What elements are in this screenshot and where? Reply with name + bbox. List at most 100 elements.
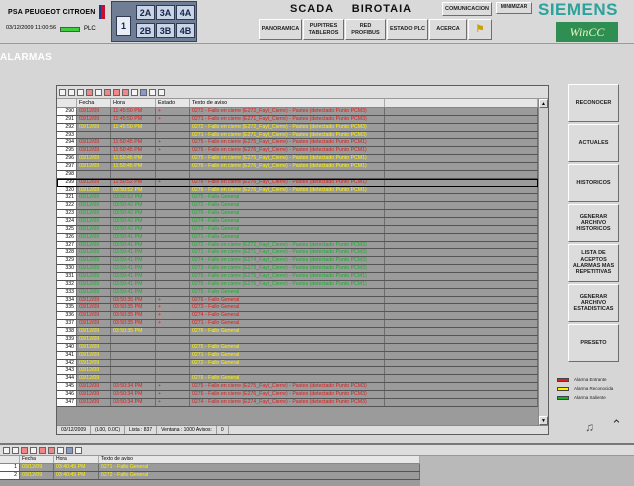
toolbar-print-icon[interactable]: [95, 88, 102, 96]
table-row[interactable]: 296 03/12/09 11:50:45 PM 0275 - Fallo en ci…: [57, 155, 538, 164]
minimizar-button[interactable]: MINIMIZAR: [496, 2, 532, 14]
table-row[interactable]: 342 03/12/09 0272 - Fallo General: [57, 359, 538, 368]
reconocer-button[interactable]: RECONOCER: [568, 84, 619, 122]
current-alarm-row[interactable]: 1 03/12/09 03:40:45 PM 0271 - Fallo General: [0, 464, 420, 472]
table-row[interactable]: 338 03/12/09 03:50:35 PM 0276 - Fallo Gener…: [57, 328, 538, 336]
bottom-toolbar-lock-icon[interactable]: [57, 446, 64, 454]
zone-button-1[interactable]: 1: [116, 16, 131, 36]
preseto-button[interactable]: PRESETO: [568, 324, 619, 362]
toolbar-ack-group-icon[interactable]: [113, 88, 120, 96]
zone-button-2a[interactable]: 2A: [136, 5, 155, 20]
zone-button-4b[interactable]: 4B: [176, 23, 195, 38]
chevron-up-icon[interactable]: ⌃: [611, 417, 622, 433]
zone-button-3b[interactable]: 3B: [156, 23, 175, 38]
pupitres-tableros-button[interactable]: PUPITRES TABLEROS: [303, 19, 344, 40]
table-row[interactable]: 340 03/12/09 0275 - Fallo General: [57, 343, 538, 352]
bottom-toolbar-ack-all-icon[interactable]: [48, 446, 55, 454]
toolbar-archive-icon[interactable]: [77, 88, 84, 96]
toolbar-ack-single-icon[interactable]: [104, 88, 111, 96]
table-row[interactable]: 326 03/12/09 03:50:41 PM 0271 - Fallo Gener…: [57, 233, 538, 242]
table-row[interactable]: 293 0271 - Fallo en cierre (E271_Fayl_Cie…: [57, 131, 538, 140]
bottom-toolbar-ack-icon[interactable]: [39, 446, 46, 454]
toolbar-sort-icon[interactable]: [149, 88, 156, 96]
toolbar-ack-all-icon[interactable]: [122, 88, 129, 96]
table-row[interactable]: 290 03/12/09 11:45:50 PM +0272 - Fallo en c…: [57, 108, 538, 116]
generar-archivo-estadisticas-button[interactable]: GENERAR ARCHIVO ESTADISTICAS: [568, 284, 619, 322]
bottom-column-texto[interactable]: Texto de aviso: [99, 456, 420, 463]
zone-button-4a[interactable]: 4A: [176, 5, 195, 20]
table-row[interactable]: 325 03/12/09 03:50:42 PM 0273 - Fallo Gener…: [57, 225, 538, 234]
toolbar-list-icon[interactable]: [59, 88, 66, 96]
lista-alarmas-repetitivas-button[interactable]: LISTA DE ACEPTOS ALARMAS MAS REPETITIVAS: [568, 244, 619, 282]
column-hora[interactable]: Hora: [111, 99, 156, 107]
row-time: [111, 375, 156, 383]
bottom-toolbar-print-icon[interactable]: [30, 446, 37, 454]
column-texto[interactable]: Texto de aviso: [190, 99, 385, 107]
table-row[interactable]: 341 03/12/09 0271 - Fallo General: [57, 351, 538, 360]
table-row[interactable]: 322 03/12/09 03:50:42 PM 0272 - Fallo Gener…: [57, 202, 538, 211]
comunicacion-button[interactable]: COMUNICACION: [442, 2, 492, 16]
table-row[interactable]: 330 03/12/09 03:50:41 PM 0273 - Fallo en ci…: [57, 265, 538, 274]
table-row[interactable]: 335 03/12/09 03:50:35 PM +0273 - Fallo Gene…: [57, 304, 538, 313]
table-row[interactable]: 347 03/12/09 03:50:34 PM +0274 - Fallo en c…: [57, 398, 538, 407]
bottom-column-number[interactable]: [0, 456, 20, 463]
zone-button-3a[interactable]: 3A: [156, 5, 175, 20]
table-row[interactable]: 336 03/12/09 03:50:35 PM +0274 - Fallo Gene…: [57, 312, 538, 321]
alarm-vertical-scrollbar[interactable]: ▲ ▼: [538, 99, 548, 425]
table-row[interactable]: 291 03/12/09 11:45:50 PM +0271 - Fallo en c…: [57, 115, 538, 124]
table-row[interactable]: 333 03/12/09 03:50:41 PM 0275 - Fallo Gener…: [57, 288, 538, 297]
table-row[interactable]: 343 03/12/09: [57, 367, 538, 376]
table-row[interactable]: 323 03/12/09 03:50:42 PM 0276 - Fallo Gener…: [57, 210, 538, 219]
column-estado[interactable]: Estado: [156, 99, 190, 107]
column-extra[interactable]: [385, 99, 538, 107]
bottom-toolbar-journal-icon[interactable]: [12, 446, 19, 454]
bottom-toolbar-sort-icon[interactable]: [75, 446, 82, 454]
toolbar-lock-icon[interactable]: [131, 88, 138, 96]
table-row[interactable]: 334 03/12/09 03:50:35 PM +0276 - Fallo Gene…: [57, 296, 538, 305]
estado-plc-button[interactable]: ESTADO PLC: [387, 19, 428, 40]
scroll-up-icon[interactable]: ▲: [539, 99, 548, 108]
scroll-down-icon[interactable]: ▼: [539, 416, 548, 425]
table-row[interactable]: 332 03/12/09 03:50:41 PM 0276 - Fallo en ci…: [57, 280, 538, 289]
historicos-button[interactable]: HISTORICOS: [568, 164, 619, 202]
table-row[interactable]: 345 03/12/09 03:50:34 PM +0275 - Fallo en c…: [57, 383, 538, 391]
actuales-button[interactable]: ACTUALES: [568, 124, 619, 162]
table-row[interactable]: 331 03/12/09 03:50:41 PM 0275 - Fallo en ci…: [57, 273, 538, 281]
column-number[interactable]: [57, 99, 77, 107]
table-row[interactable]: 299 03/12/09 11:50:52 PM +0276 - Fallo en c…: [57, 178, 538, 187]
table-row[interactable]: 329 03/12/09 03:50:41 PM 0274 - Fallo en ci…: [57, 257, 538, 266]
acerca-button[interactable]: ACERCA: [429, 19, 467, 40]
table-row[interactable]: 295 03/12/09 11:50:45 PM +0276 - Fallo en c…: [57, 147, 538, 156]
toolbar-journal-icon[interactable]: [68, 88, 75, 96]
table-row[interactable]: 339 03/12/09: [57, 335, 538, 344]
red-profibus-button[interactable]: RED PROFIBUS: [345, 19, 386, 40]
table-row[interactable]: 292 03/12/09 11:45:50 PM 0272 - Fallo en ci…: [57, 123, 538, 132]
table-row[interactable]: 298: [57, 170, 538, 179]
bottom-toolbar-list-icon[interactable]: [3, 446, 10, 454]
bottom-toolbar-filter-icon[interactable]: [21, 446, 28, 454]
table-row[interactable]: 346 03/12/09 03:50:34 PM +0276 - Fallo en c…: [57, 390, 538, 399]
table-row[interactable]: 328 03/12/09 03:50:41 PM 0271 - Fallo en ci…: [57, 249, 538, 258]
table-row[interactable]: 321 03/12/09 03:50:52 PM 0275 - Fallo Gener…: [57, 194, 538, 203]
flag-icon[interactable]: ⚑: [468, 19, 492, 40]
toolbar-filter-icon[interactable]: [86, 88, 93, 96]
table-row[interactable]: 344 03/12/09 0276 - Fallo General: [57, 375, 538, 384]
table-row[interactable]: 320 03/12/09 03:50:52 PM 0276 - Fallo en ci…: [57, 186, 538, 195]
toolbar-info-icon[interactable]: [140, 88, 147, 96]
toolbar-autoscroll-icon[interactable]: [158, 88, 165, 96]
row-padding: [385, 304, 538, 312]
bottom-column-fecha[interactable]: Fecha: [20, 456, 54, 463]
panoramica-button[interactable]: PANORAMICA: [259, 19, 302, 40]
bottom-column-hora[interactable]: Hora: [54, 456, 99, 463]
table-row[interactable]: 324 03/12/09 03:50:42 PM 0274 - Fallo Gener…: [57, 218, 538, 226]
table-row[interactable]: 297 03/12/09 11:50:45 PM 0276 - Fallo en ci…: [57, 163, 538, 171]
table-row[interactable]: 327 03/12/09 03:50:41 PM 0272 - Fallo en ci…: [57, 241, 538, 250]
zone-button-2b[interactable]: 2B: [136, 23, 155, 38]
table-row[interactable]: 337 03/12/09 03:50:35 PM +0271 - Fallo Gene…: [57, 320, 538, 329]
column-fecha[interactable]: Fecha: [77, 99, 111, 107]
current-alarm-row[interactable]: 2 03/12/09 03:40:45 PM 0272 - Fallo General: [0, 471, 420, 480]
bottom-toolbar-info-icon[interactable]: [66, 446, 73, 454]
generar-archivo-historicos-button[interactable]: GENERAR ARCHIVO HISTORICOS: [568, 204, 619, 242]
table-row[interactable]: 294 03/12/09 11:50:45 PM +0275 - Fallo en c…: [57, 139, 538, 148]
horn-icon[interactable]: ♫: [585, 420, 603, 436]
